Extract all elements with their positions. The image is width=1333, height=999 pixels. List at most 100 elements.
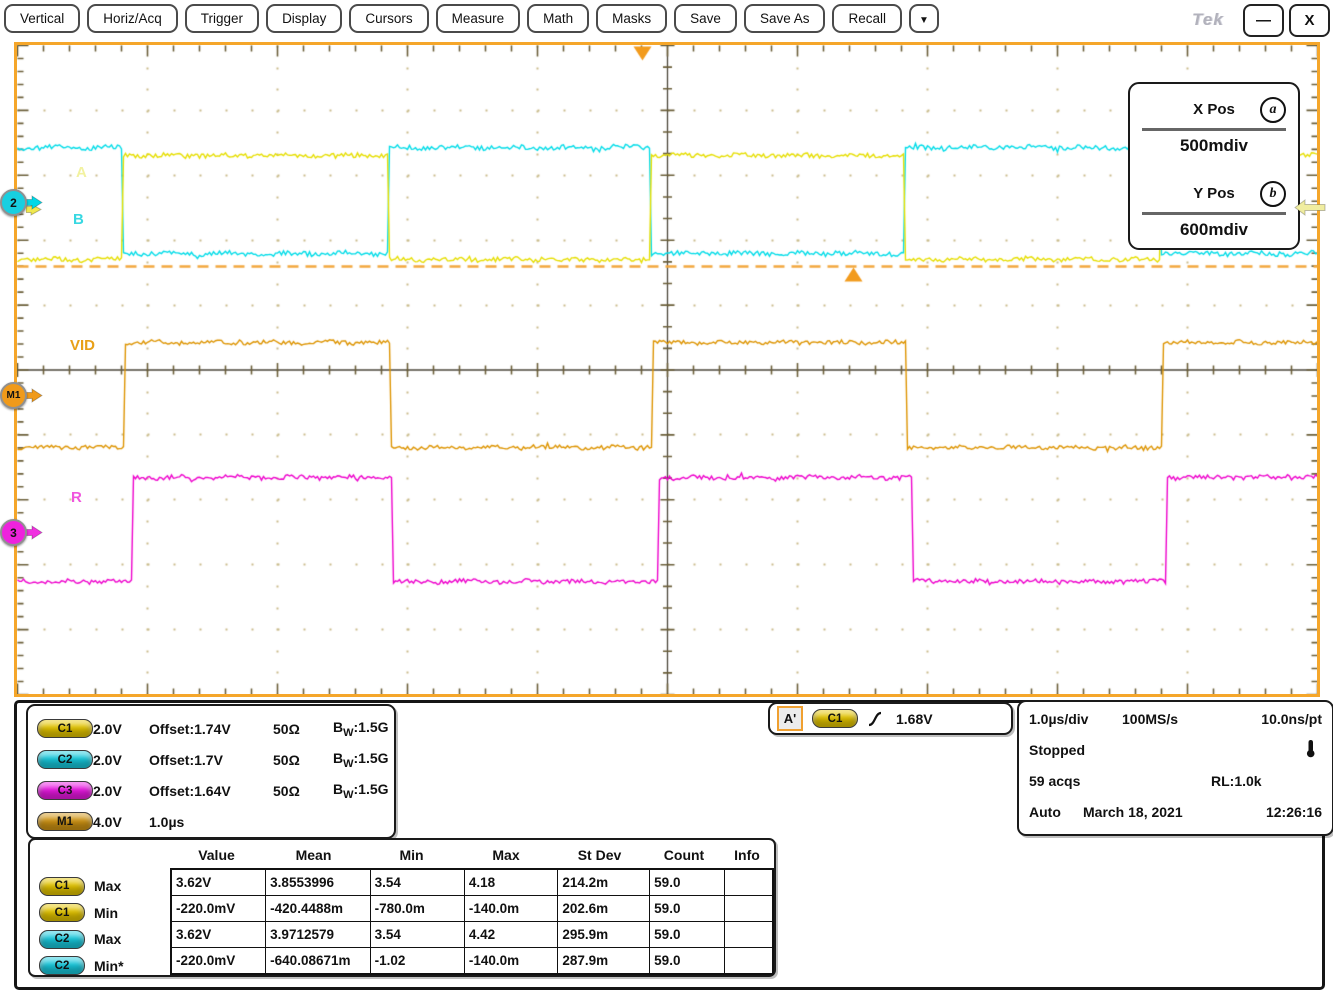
- measurement-cell: 3.9712579: [266, 922, 370, 948]
- channel-bandwidth: BW:1.5G: [333, 750, 394, 770]
- channel-pill-c3[interactable]: C3: [37, 781, 93, 800]
- tek-logo: Tek: [1192, 10, 1224, 30]
- measurement-cell: 3.62V: [171, 922, 266, 948]
- channel-offset: Offset:1.64V: [149, 783, 273, 799]
- minimize-button[interactable]: —: [1243, 4, 1284, 37]
- x-pos-value: 500mdiv: [1130, 136, 1298, 156]
- timebase-scale: 1.0µs/div: [1029, 711, 1088, 727]
- measurement-cell: 4.18: [464, 869, 557, 896]
- measurement-cell: 3.62V: [171, 869, 266, 896]
- time-value: 12:26:16: [1266, 804, 1322, 820]
- measurement-pill[interactable]: C2: [39, 930, 85, 949]
- date-value: March 18, 2021: [1083, 804, 1183, 820]
- menu-dropdown-button[interactable]: ▼: [909, 4, 939, 33]
- channel-arrow-3: [26, 525, 43, 545]
- trace-label-vid: VID: [70, 337, 95, 354]
- channel-readout-c3[interactable]: C32.0VOffset:1.64V50ΩBW:1.5G: [28, 775, 394, 806]
- measurement-cell: -1.02: [370, 948, 464, 975]
- trigger-channel-pill[interactable]: C1: [812, 709, 858, 728]
- channel-pill-c2[interactable]: C2: [37, 750, 93, 769]
- thermometer-icon: [1302, 739, 1319, 758]
- channel-badge-3[interactable]: 3: [0, 519, 27, 546]
- measurement-cell: 3.8553996: [266, 869, 370, 896]
- measurement-cell: [724, 922, 773, 948]
- measurement-row-label: C1Max: [39, 873, 121, 899]
- waveform-plot[interactable]: [14, 42, 1320, 697]
- acquisition-state: Stopped: [1029, 742, 1085, 758]
- measurement-column-header: Value: [170, 847, 263, 863]
- measurement-pill[interactable]: C2: [39, 956, 85, 975]
- measurement-cell: -420.4488m: [266, 896, 370, 922]
- divider: [1142, 128, 1286, 131]
- trace-label-r: R: [71, 489, 82, 506]
- trigger-source-badge[interactable]: A': [777, 706, 803, 731]
- measurement-cell: -780.0m: [370, 896, 464, 922]
- channel-scale: 2.0V: [93, 721, 149, 737]
- waveform-canvas[interactable]: [17, 45, 1317, 694]
- measurement-pill[interactable]: C1: [39, 877, 85, 896]
- measurement-column-header: St Dev: [553, 847, 646, 863]
- measurement-cell: 287.9m: [558, 948, 650, 975]
- channel-badge-m1[interactable]: M1: [0, 382, 27, 409]
- channel-bandwidth: BW:1.5G: [333, 781, 394, 801]
- measurement-row-label: C1 Min: [39, 900, 118, 926]
- channel-readout-m1[interactable]: M14.0V1.0µs: [28, 806, 394, 837]
- measurement-table-box: ValueMeanMinMaxSt DevCountInfo C1MaxC1Mi…: [28, 838, 776, 977]
- xy-position-box: X Pos a 500mdiv Y Pos b 600mdiv: [1128, 82, 1300, 250]
- measurement-row-label: C2Max: [39, 926, 121, 952]
- measurement-pill[interactable]: C1: [39, 903, 85, 922]
- measurement-cell: 4.42: [464, 922, 557, 948]
- measurement-column-header: Max: [459, 847, 553, 863]
- measurement-cell: -220.0mV: [171, 896, 266, 922]
- measurement-cell: 59.0: [650, 948, 724, 975]
- channel-offset: 1.0µs: [149, 814, 273, 830]
- sample-rate: 100MS/s: [1122, 711, 1178, 727]
- menu-button-math[interactable]: Math: [527, 4, 589, 33]
- knob-a-badge: a: [1260, 97, 1286, 123]
- menu-button-horiz-acq[interactable]: Horiz/Acq: [87, 4, 178, 33]
- trigger-mode: Auto: [1029, 804, 1061, 820]
- channel-readout-c2[interactable]: C22.0VOffset:1.7V50ΩBW:1.5G: [28, 744, 394, 775]
- measurement-name: Min: [94, 905, 118, 921]
- measurement-cell: -640.08671m: [266, 948, 370, 975]
- divider: [1142, 212, 1286, 215]
- measurement-column-header: Count: [646, 847, 722, 863]
- channel-scale: 2.0V: [93, 752, 149, 768]
- menu-button-vertical[interactable]: Vertical: [4, 4, 80, 33]
- menu-button-measure[interactable]: Measure: [436, 4, 521, 33]
- menu-button-trigger[interactable]: Trigger: [185, 4, 259, 33]
- measurement-table: 3.62V3.85539963.544.18214.2m59.0-220.0mV…: [170, 868, 774, 975]
- knob-b-badge: b: [1260, 181, 1286, 207]
- measurement-cell: -220.0mV: [171, 948, 266, 975]
- channel-offset: Offset:1.74V: [149, 721, 273, 737]
- channel-pill-c1[interactable]: C1: [37, 719, 93, 738]
- channel-scale: 4.0V: [93, 814, 149, 830]
- ch1-right-position-arrow: [1294, 199, 1326, 221]
- menu-button-save-as[interactable]: Save As: [744, 4, 826, 33]
- measurement-row: 3.62V3.85539963.544.18214.2m59.0: [171, 869, 773, 896]
- y-pos-value: 600mdiv: [1130, 220, 1298, 240]
- channel-pill-m1[interactable]: M1: [37, 812, 93, 831]
- measurement-header-row: ValueMeanMinMaxSt DevCountInfo: [170, 847, 772, 863]
- channel-arrow-2: [26, 195, 43, 215]
- measurement-row: 3.62V3.97125793.544.42295.9m59.0: [171, 922, 773, 948]
- channel-readout-c1[interactable]: C12.0VOffset:1.74V50ΩBW:1.5G: [28, 713, 394, 744]
- menu-button-save[interactable]: Save: [674, 4, 737, 33]
- measurement-cell: -140.0m: [464, 948, 557, 975]
- channel-badge-2[interactable]: 2: [0, 189, 27, 216]
- channel-bandwidth: BW:1.5G: [333, 719, 394, 739]
- trigger-readout-box[interactable]: A' C1 1.68V: [768, 702, 1013, 735]
- menu-button-masks[interactable]: Masks: [596, 4, 667, 33]
- sample-resolution: 10.0ns/pt: [1261, 711, 1322, 727]
- measurement-column-header: Mean: [263, 847, 364, 863]
- close-button[interactable]: X: [1289, 4, 1330, 37]
- trigger-level-value: 1.68V: [896, 711, 933, 727]
- menu-button-display[interactable]: Display: [266, 4, 342, 33]
- channel-readout-box: C12.0VOffset:1.74V50ΩBW:1.5GC22.0VOffset…: [26, 704, 396, 839]
- menu-button-recall[interactable]: Recall: [832, 4, 902, 33]
- measurement-cell: [724, 896, 773, 922]
- timebase-box[interactable]: 1.0µs/div 100MS/s 10.0ns/pt Stopped 59 a…: [1017, 700, 1333, 836]
- menu-button-cursors[interactable]: Cursors: [349, 4, 428, 33]
- measurement-cell: 59.0: [650, 896, 724, 922]
- measurement-name: Min*: [94, 958, 124, 974]
